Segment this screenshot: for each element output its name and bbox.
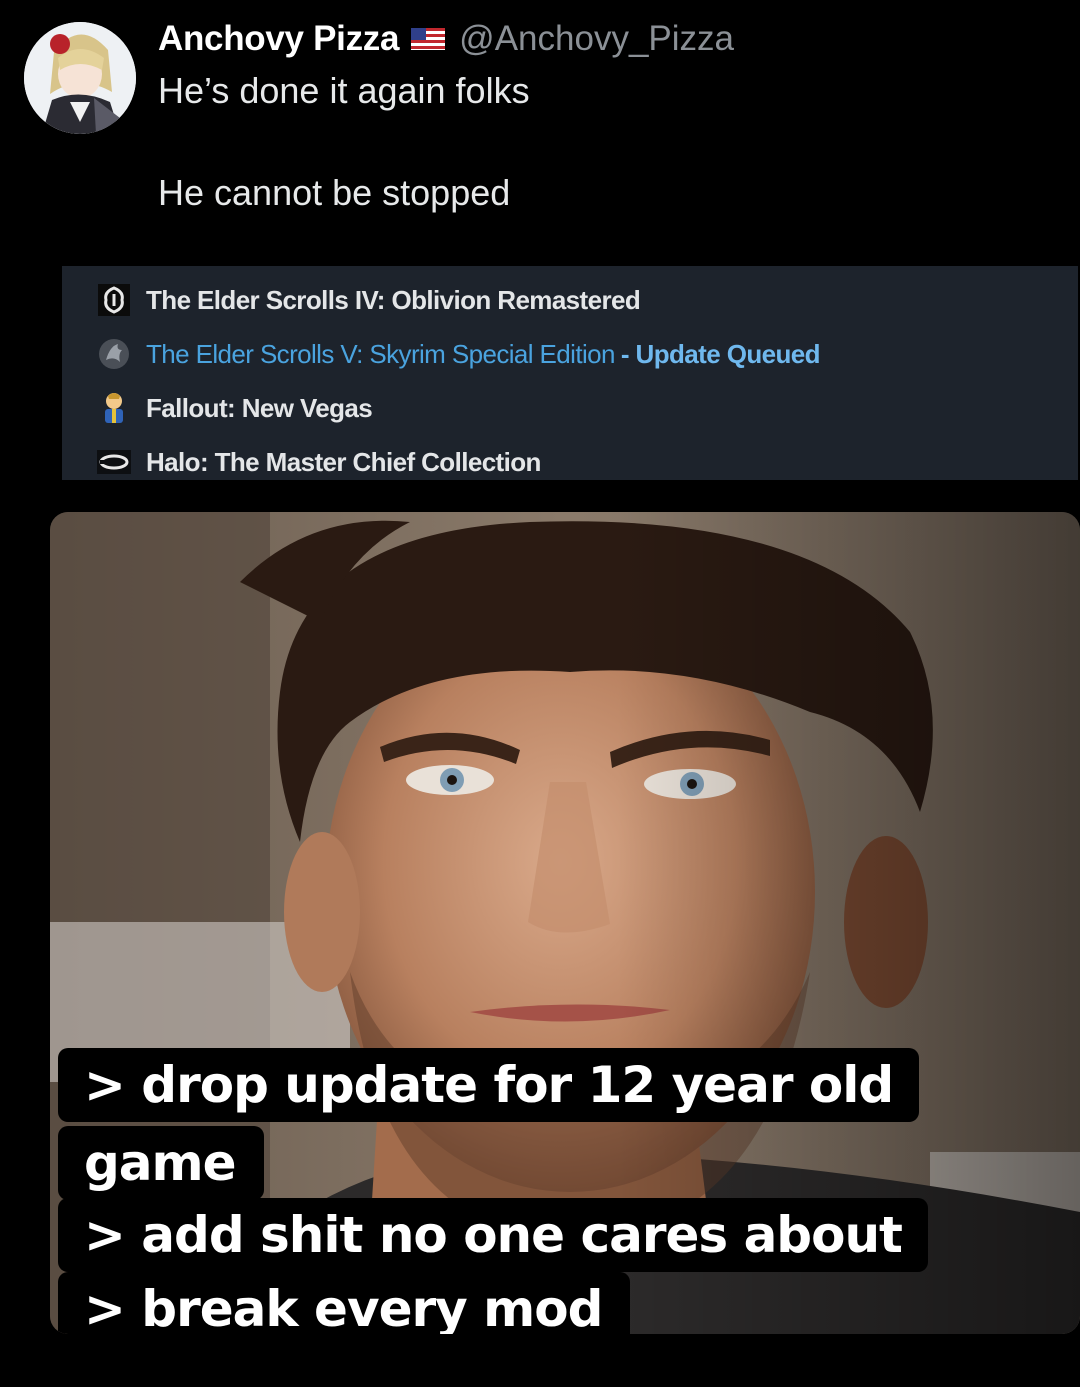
game-row-halo: Halo: The Master Chief Collection [94, 442, 541, 482]
game-name: The Elder Scrolls V: Skyrim Special Edit… [146, 338, 615, 369]
avatar-illustration [24, 22, 136, 134]
tweet-text-line-1: He’s done it again folks [158, 70, 530, 111]
steam-library-screenshot[interactable]: The Elder Scrolls IV: Oblivion Remastere… [62, 266, 1078, 480]
caption-line-2: game [58, 1126, 264, 1200]
game-row-oblivion: The Elder Scrolls IV: Oblivion Remastere… [94, 280, 641, 320]
tweet-text-line-2: He cannot be stopped [158, 172, 511, 213]
us-flag-icon [411, 28, 446, 50]
display-name[interactable]: Anchovy Pizza [158, 19, 399, 59]
update-status: - Update Queued [620, 338, 821, 369]
user-handle[interactable]: @Anchovy_Pizza [459, 19, 734, 59]
meme-image[interactable]: > drop update for 12 year old game > add… [50, 512, 1080, 1334]
game-name: Fallout: New Vegas [146, 392, 373, 423]
game-row-skyrim: The Elder Scrolls V: Skyrim Special Edit… [94, 334, 820, 374]
caption-line-4: > break every mod [58, 1272, 631, 1334]
tweet-header: Anchovy Pizza @Anchovy_Pizza [158, 14, 734, 64]
caption-line-1: > drop update for 12 year old [58, 1048, 920, 1122]
caption-line-3: > add shit no one cares about [58, 1198, 928, 1272]
halo-icon [94, 444, 134, 480]
oblivion-icon [94, 282, 134, 318]
user-avatar[interactable] [24, 22, 136, 134]
vault-boy-icon [94, 390, 134, 426]
game-name: The Elder Scrolls IV: Oblivion Remastere… [146, 284, 641, 315]
skyrim-icon [94, 336, 134, 372]
game-row-fallout: Fallout: New Vegas [94, 388, 373, 428]
game-name: Halo: The Master Chief Collection [146, 446, 541, 477]
